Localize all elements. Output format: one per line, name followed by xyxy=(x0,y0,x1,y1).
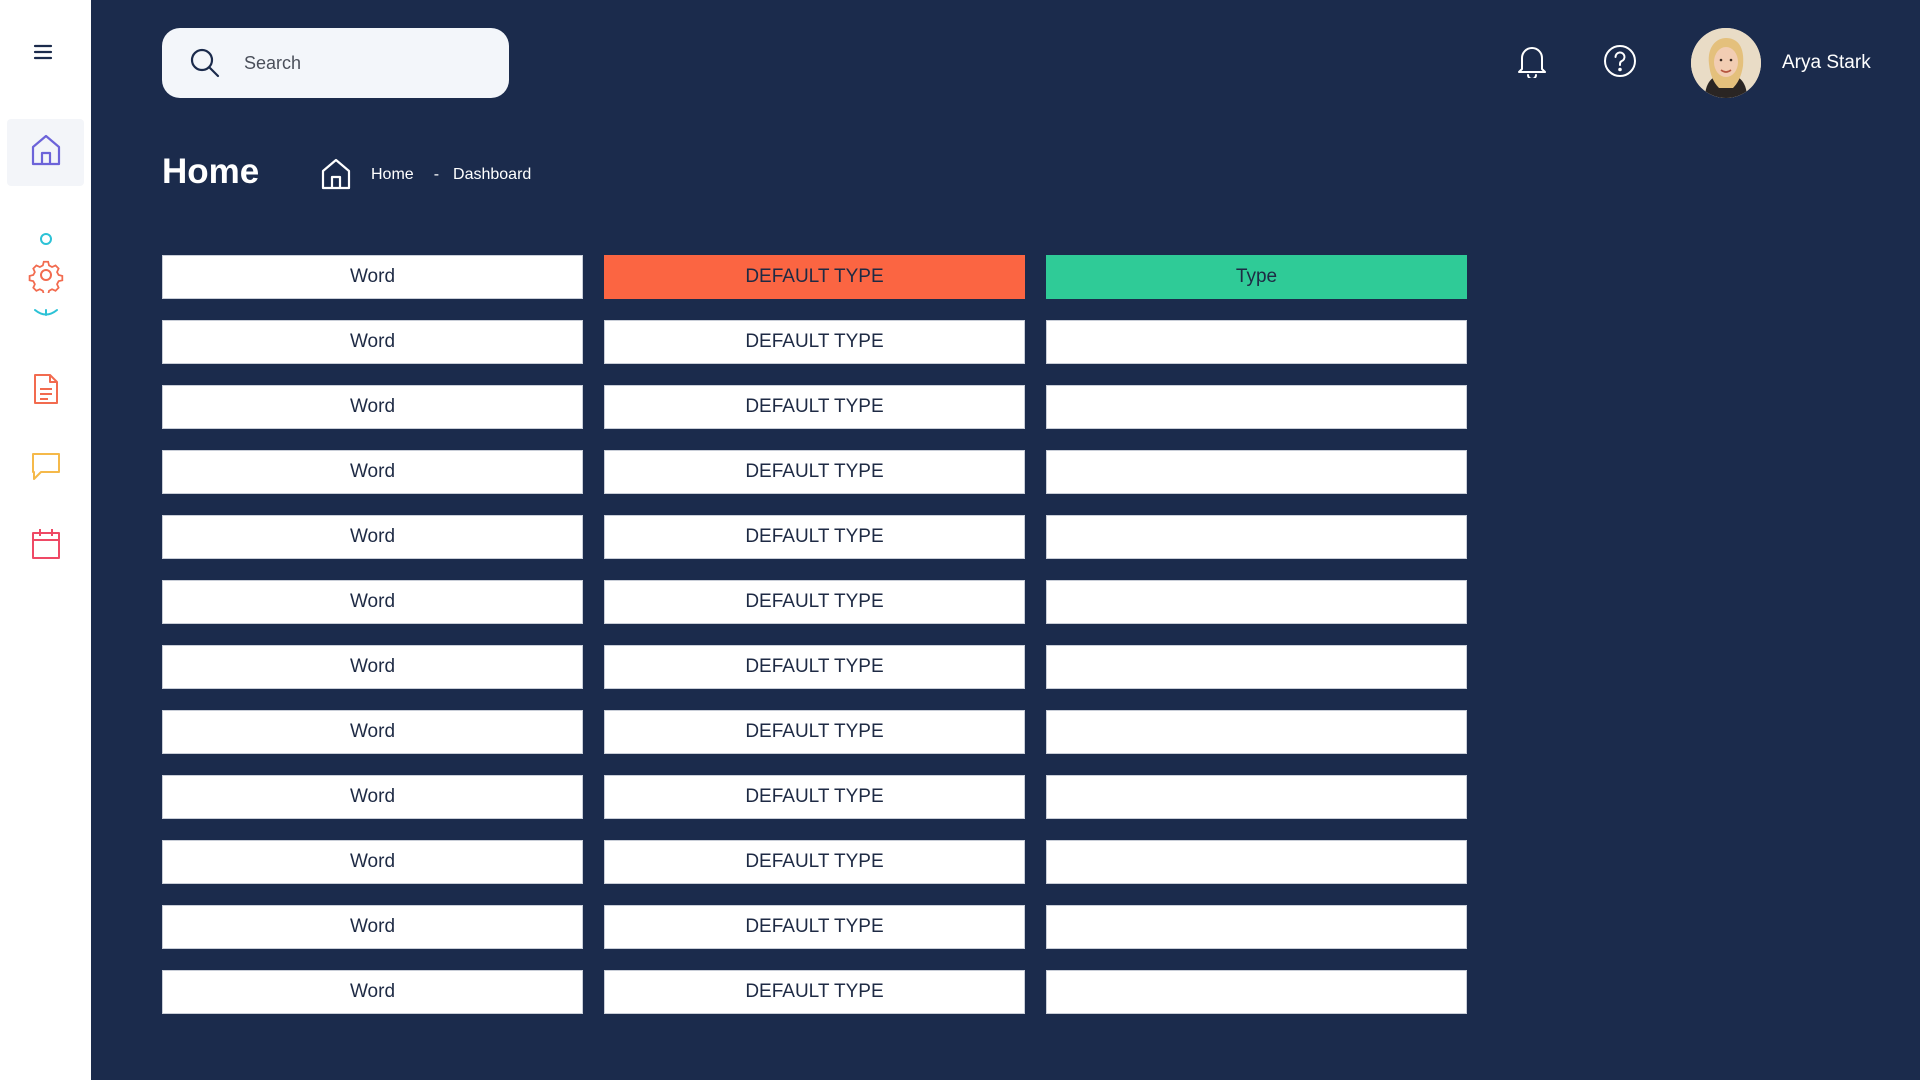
table-cell-type[interactable] xyxy=(1046,970,1467,1014)
table-cell-word[interactable]: Word xyxy=(162,320,583,364)
home-icon xyxy=(31,134,61,171)
table-cell-word[interactable]: Word xyxy=(162,580,583,624)
table-cell-type[interactable] xyxy=(1046,515,1467,559)
table-cell-word[interactable]: Word xyxy=(162,645,583,689)
table-cell-type[interactable] xyxy=(1046,710,1467,754)
table-cell-type[interactable] xyxy=(1046,645,1467,689)
table-cell-default-type[interactable]: DEFAULT TYPE xyxy=(604,450,1025,494)
sidebar-item-messages[interactable] xyxy=(26,448,66,488)
notifications-button[interactable] xyxy=(1515,45,1549,81)
table-cell-default-type[interactable]: DEFAULT TYPE xyxy=(604,515,1025,559)
table-cell-type[interactable] xyxy=(1046,320,1467,364)
table-cell-type[interactable] xyxy=(1046,385,1467,429)
table-cell-type[interactable] xyxy=(1046,450,1467,494)
breadcrumb-home-link[interactable]: Home xyxy=(371,166,414,184)
table-cell-word[interactable]: Word xyxy=(162,515,583,559)
help-icon xyxy=(1603,44,1637,83)
sidebar-item-settings[interactable] xyxy=(20,222,72,334)
sidebar xyxy=(0,0,91,1080)
table-cell-type[interactable] xyxy=(1046,580,1467,624)
table-cell-default-type[interactable]: DEFAULT TYPE xyxy=(604,775,1025,819)
table-cell-default-type[interactable]: DEFAULT TYPE xyxy=(604,320,1025,364)
sidebar-item-documents[interactable] xyxy=(26,370,66,412)
table-cell-word[interactable]: Word xyxy=(162,385,583,429)
breadcrumb-current: Dashboard xyxy=(453,166,532,183)
table-cell-word[interactable]: Word xyxy=(162,840,583,884)
table-cell-default-type[interactable]: DEFAULT TYPE xyxy=(604,645,1025,689)
table-cell-default-type[interactable]: DEFAULT TYPE xyxy=(604,970,1025,1014)
table-cell-word[interactable]: Word xyxy=(162,970,583,1014)
gear-icon xyxy=(28,257,64,298)
table-cell-default-type[interactable]: DEFAULT TYPE xyxy=(604,255,1025,299)
table-cell-default-type[interactable]: DEFAULT TYPE xyxy=(604,385,1025,429)
table-cell-word[interactable]: Word xyxy=(162,905,583,949)
table-cell-default-type[interactable]: DEFAULT TYPE xyxy=(604,710,1025,754)
page-title: Home xyxy=(162,152,260,191)
search-bar[interactable] xyxy=(162,28,509,98)
user-name[interactable]: Arya Stark xyxy=(1782,52,1871,74)
breadcrumb: Home - Dashboard xyxy=(321,158,531,192)
menu-icon xyxy=(33,44,53,65)
chat-icon xyxy=(31,451,61,486)
table-cell-type[interactable] xyxy=(1046,905,1467,949)
menu-button[interactable] xyxy=(26,38,60,70)
search-icon[interactable] xyxy=(188,46,222,80)
breadcrumb-home-icon[interactable] xyxy=(321,158,353,192)
data-table: Word DEFAULT TYPE Type Word DEFAULT TYPE… xyxy=(162,255,1467,1014)
table-cell-word[interactable]: Word xyxy=(162,775,583,819)
breadcrumb-separator: - xyxy=(433,166,440,183)
table-cell-word[interactable]: Word xyxy=(162,255,583,299)
chevron-down-icon xyxy=(33,306,59,324)
dot-icon xyxy=(39,232,53,251)
table-cell-type[interactable] xyxy=(1046,775,1467,819)
table-cell-default-type[interactable]: DEFAULT TYPE xyxy=(604,840,1025,884)
table-cell-type[interactable] xyxy=(1046,840,1467,884)
table-cell-word[interactable]: Word xyxy=(162,710,583,754)
table-cell-default-type[interactable]: DEFAULT TYPE xyxy=(604,580,1025,624)
help-button[interactable] xyxy=(1602,44,1638,83)
calendar-icon xyxy=(31,528,61,565)
table-cell-default-type[interactable]: DEFAULT TYPE xyxy=(604,905,1025,949)
table-cell-type[interactable]: Type xyxy=(1046,255,1467,299)
sidebar-item-calendar[interactable] xyxy=(26,525,66,567)
search-input[interactable] xyxy=(242,51,486,75)
document-icon xyxy=(33,373,59,410)
bell-icon xyxy=(1517,44,1547,83)
avatar[interactable] xyxy=(1691,28,1761,98)
sidebar-item-home[interactable] xyxy=(7,119,84,186)
table-cell-word[interactable]: Word xyxy=(162,450,583,494)
